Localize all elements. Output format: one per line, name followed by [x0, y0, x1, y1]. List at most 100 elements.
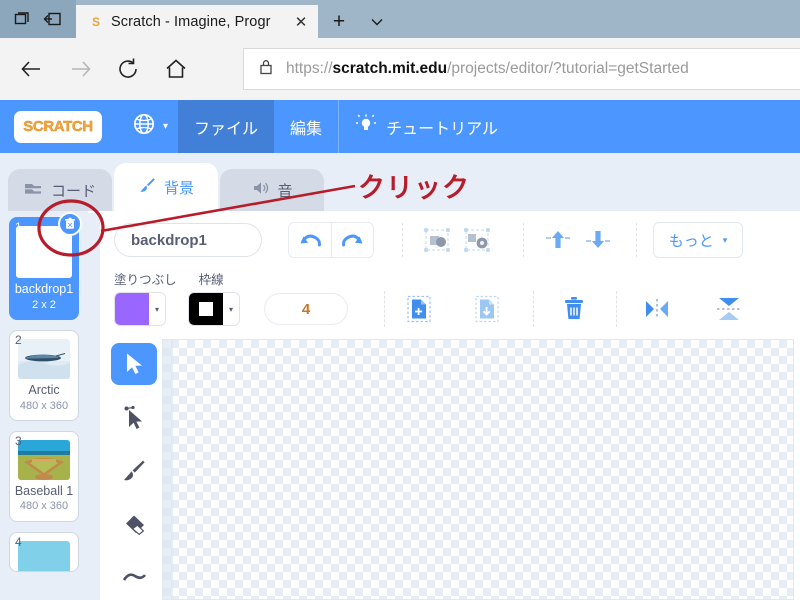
undo-redo-group — [288, 222, 374, 258]
send-backward-icon[interactable] — [578, 222, 618, 258]
lightbulb-icon — [355, 113, 377, 140]
list-item-size: 2 x 2 — [32, 298, 56, 311]
paint-editor: backdrop1 もっと ▾ 塗りつぶし 枠線 ▾ ▾ 4 — [100, 211, 800, 600]
redo-icon[interactable] — [331, 223, 373, 257]
list-item-name: Baseball 1 — [14, 483, 74, 498]
address-bar[interactable]: https://scratch.mit.edu/projects/editor/… — [243, 48, 800, 90]
list-item-name: backdrop1 — [14, 282, 74, 296]
flip-vertical-icon[interactable] — [709, 291, 749, 327]
bring-forward-icon[interactable] — [538, 222, 578, 258]
scratch-editor-body: コード 背景 音 1 backdrop1 2 x 2 ✕ 2 Arctic 48… — [0, 153, 800, 600]
stroke-width-input[interactable]: 4 — [264, 293, 348, 325]
chevron-down-icon[interactable] — [358, 5, 396, 38]
set-tabs-aside-icon[interactable] — [12, 8, 34, 30]
toolbar-divider — [402, 223, 403, 257]
more-button-label: もっと — [668, 232, 714, 250]
lock-icon — [258, 58, 274, 81]
paint-canvas[interactable] — [162, 339, 794, 600]
tab-backdrops[interactable]: 背景 — [114, 163, 219, 211]
list-item[interactable]: 2 Arctic 480 x 360 — [9, 329, 79, 421]
list-item-number: 2 — [15, 332, 22, 347]
scratch-logo[interactable]: SCRATCH — [16, 112, 100, 141]
paint-tools — [108, 339, 160, 600]
more-button[interactable]: もっと ▾ — [653, 222, 743, 258]
reshape-tool[interactable] — [111, 397, 157, 439]
tab-sounds[interactable]: 音 — [220, 169, 325, 211]
close-icon[interactable]: ✕ — [290, 11, 312, 33]
scratch-favicon: S — [91, 14, 100, 29]
fill-tool[interactable] — [111, 558, 157, 600]
chevron-down-icon: ▾ — [163, 121, 169, 132]
trash-icon[interactable] — [554, 291, 594, 327]
brush-tool[interactable] — [111, 451, 157, 493]
language-selector[interactable]: ▾ — [122, 100, 178, 153]
speaker-icon — [252, 180, 270, 200]
scratch-menubar: SCRATCH ▾ ファイル 編集 チュートリアル — [0, 100, 800, 153]
group-icon[interactable] — [417, 222, 457, 258]
list-item[interactable]: 3 Baseball 1 480 x 360 — [9, 430, 79, 522]
browser-window: S Scratch - Imagine, Progr ✕ + https://s… — [0, 0, 800, 600]
fill-color-chip — [115, 293, 149, 325]
delete-backdrop-badge[interactable]: ✕ — [58, 212, 82, 236]
chevron-down-icon: ▾ — [228, 304, 233, 314]
list-item[interactable]: 4 — [9, 531, 79, 572]
tab-backdrops-label: 背景 — [164, 179, 195, 197]
list-item-number: 4 — [15, 534, 22, 549]
toolbar-divider — [533, 291, 534, 327]
svg-text:✕: ✕ — [67, 222, 73, 229]
back-icon[interactable] — [8, 49, 56, 89]
backdrop-list[interactable]: 1 backdrop1 2 x 2 ✕ 2 Arctic 480 x 360 3… — [0, 211, 88, 600]
menu-item-tutorials-label: チュートリアル — [386, 120, 498, 138]
titlebar-left-controls — [0, 0, 76, 38]
canvas-left-gutter — [163, 340, 173, 599]
menu-item-edit-label: 編集 — [290, 120, 323, 138]
reload-icon[interactable] — [104, 49, 152, 89]
list-item-number: 3 — [15, 433, 22, 448]
chevron-down-icon: ▾ — [154, 304, 159, 314]
flip-horizontal-icon[interactable] — [637, 291, 677, 327]
list-item-thumbnail — [18, 338, 70, 379]
toolbar-divider — [384, 291, 385, 327]
fill-color-swatch[interactable]: ▾ — [114, 292, 166, 326]
list-item-thumbnail — [18, 540, 70, 571]
fill-label: 塗りつぶし — [114, 273, 177, 287]
tab-sounds-label: 音 — [277, 182, 293, 200]
outline-color-chip — [189, 293, 223, 325]
menu-item-tutorials[interactable]: チュートリアル — [339, 100, 514, 153]
editor-tabs: コード 背景 音 — [8, 163, 325, 211]
copy-icon[interactable] — [399, 291, 439, 327]
undo-icon[interactable] — [289, 223, 331, 257]
costume-name-input[interactable]: backdrop1 — [114, 223, 262, 257]
paste-icon[interactable] — [467, 291, 507, 327]
list-item-number: 1 — [15, 220, 22, 234]
tab-code[interactable]: コード — [8, 169, 113, 211]
address-bar-url: https://scratch.mit.edu/projects/editor/… — [286, 60, 689, 77]
annotation-label: クリック — [358, 173, 470, 203]
outline-color-swatch[interactable]: ▾ — [188, 292, 240, 326]
browser-tab-title: Scratch - Imagine, Progr — [111, 13, 271, 30]
menu-item-file-label: ファイル — [194, 120, 259, 138]
new-tab-button[interactable]: + — [320, 5, 358, 38]
select-tool[interactable] — [111, 343, 157, 385]
restore-tabs-icon[interactable] — [42, 8, 64, 30]
toolbar-divider — [616, 291, 617, 327]
list-item-thumbnail — [18, 439, 70, 480]
toolbar-divider — [636, 223, 637, 257]
chevron-down-icon: ▾ — [722, 234, 728, 245]
ungroup-icon[interactable] — [457, 222, 497, 258]
browser-tab-scratch[interactable]: S Scratch - Imagine, Progr ✕ — [76, 5, 318, 38]
menu-item-edit[interactable]: 編集 — [274, 100, 338, 153]
outline-label: 枠線 — [198, 273, 224, 287]
list-item-size: 480 x 360 — [19, 399, 69, 412]
forward-icon[interactable] — [56, 49, 104, 89]
tab-code-label: コード — [51, 182, 97, 200]
globe-icon — [132, 112, 156, 141]
eraser-tool[interactable] — [111, 504, 157, 546]
menu-item-file[interactable]: ファイル — [178, 100, 275, 153]
paint-toolbar-top: backdrop1 もっと ▾ — [100, 211, 800, 269]
home-icon[interactable] — [152, 49, 200, 89]
paint-toolbar-bottom: 塗りつぶし 枠線 ▾ ▾ 4 — [100, 269, 800, 333]
list-item[interactable]: 1 backdrop1 2 x 2 ✕ — [9, 212, 82, 320]
toolbar-divider — [523, 223, 524, 257]
swatch-labels: 塗りつぶし 枠線 — [114, 269, 224, 288]
